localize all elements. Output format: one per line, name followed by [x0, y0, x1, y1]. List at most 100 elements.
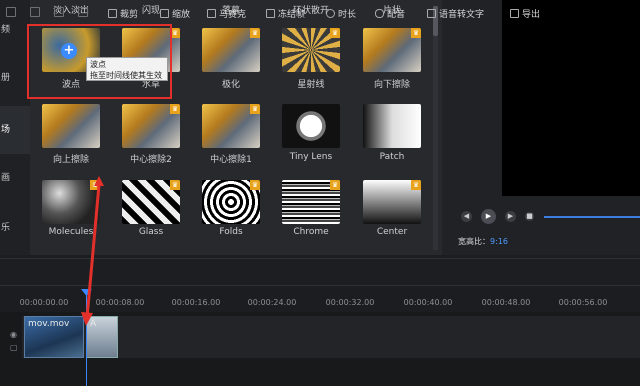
export-button[interactable]: 导出	[510, 7, 540, 20]
stop-icon[interactable]: ■	[525, 212, 534, 221]
transition-thumb[interactable]	[363, 104, 421, 148]
freeze-frame-icon	[266, 9, 275, 18]
transition-tooltip: 波点 拖至时间线使其生效	[86, 57, 168, 81]
lock-icon[interactable]: ▢	[10, 343, 18, 352]
transition-thumb[interactable]: ♛	[363, 180, 421, 224]
premium-crown-icon: ♛	[90, 180, 100, 190]
premium-crown-icon: ♛	[170, 180, 180, 190]
transition-thumb[interactable]: ♛	[202, 180, 260, 224]
aspect-ratio[interactable]: 宽高比：9:16	[458, 236, 508, 247]
freeze-frame-label: 冻结帧	[278, 10, 306, 20]
nav-item-transitions[interactable]: 场	[0, 106, 30, 154]
crop-button[interactable]: 裁剪	[108, 7, 138, 20]
nav-item-album[interactable]: 册	[0, 70, 30, 90]
premium-crown-icon: ♛	[250, 28, 260, 38]
transition-thumb[interactable]: ♛	[202, 28, 260, 72]
timeline-tick-label: 00:00:32.00	[325, 298, 375, 307]
play-icon[interactable]: ▶	[481, 209, 496, 224]
dub-button[interactable]: 配音	[375, 7, 405, 20]
mosaic-button[interactable]: 马赛克	[207, 7, 246, 20]
transition-thumb[interactable]: ♛	[122, 180, 180, 224]
undo-icon[interactable]	[6, 7, 16, 17]
transition-label: Folds	[219, 227, 243, 237]
premium-crown-icon: ♛	[411, 180, 421, 190]
export-label: 导出	[522, 10, 541, 20]
transition-label: 中心擦除1	[210, 155, 252, 165]
premium-crown-icon: ♛	[411, 28, 421, 38]
transition-thumb[interactable]: ♛	[42, 180, 100, 224]
speech-to-text-icon	[427, 9, 436, 18]
edit-icon[interactable]	[30, 7, 40, 17]
add-icon[interactable]: +	[61, 43, 77, 59]
premium-crown-icon: ♛	[170, 104, 180, 114]
transition-thumb[interactable]: ♛	[282, 180, 340, 224]
clip-label: A	[90, 319, 97, 329]
transition-thumb[interactable]: ♛	[363, 28, 421, 72]
crop-label: 裁剪	[120, 10, 139, 20]
speech-to-text-label: 语音转文字	[439, 10, 485, 20]
timeline-tick-label: 00:00:08.00	[95, 298, 145, 307]
preview-progress-bar[interactable]	[544, 216, 640, 218]
transition-label: 星射线	[297, 80, 325, 90]
timeline-tick-label: 00:00:56.00	[558, 298, 608, 307]
transition-label: Chrome	[293, 227, 329, 237]
mosaic-icon	[207, 9, 216, 18]
category-label-flash[interactable]: 闪现	[142, 3, 160, 16]
premium-crown-icon: ♛	[330, 28, 340, 38]
aspect-ratio-label: 宽高比：	[458, 237, 490, 246]
clock-icon	[326, 9, 335, 18]
transition-label: 极化	[221, 80, 241, 90]
delete-icon[interactable]	[78, 7, 88, 17]
eye-icon[interactable]: ◉	[10, 330, 17, 339]
dub-label: 配音	[387, 10, 406, 20]
timeline-tick-label: 00:00:16.00	[171, 298, 221, 307]
premium-crown-icon: ♛	[250, 104, 260, 114]
transition-thumb[interactable]: ♛	[122, 104, 180, 148]
timeline-tick-label: 00:00:48.00	[481, 298, 531, 307]
zoom-button[interactable]: 缩放	[160, 7, 190, 20]
premium-crown-icon: ♛	[330, 180, 340, 190]
prev-frame-icon[interactable]: ◀	[461, 211, 472, 222]
transition-label: 向上擦除	[52, 155, 90, 165]
nav-item-video[interactable]: 频	[0, 22, 30, 42]
preview-video[interactable]	[502, 0, 640, 196]
nav-item-picture[interactable]: 画	[0, 170, 30, 190]
edit-toolbar	[0, 258, 640, 286]
duration-button[interactable]: 时长	[326, 7, 356, 20]
transition-thumb[interactable]: ♛	[202, 104, 260, 148]
nav-item-music[interactable]: 乐	[0, 220, 30, 240]
transition-label: 中心擦除2	[130, 155, 172, 165]
zoom-label: 缩放	[172, 10, 191, 20]
premium-crown-icon: ♛	[250, 180, 260, 190]
transition-thumb[interactable]	[282, 104, 340, 148]
transition-thumb[interactable]	[42, 104, 100, 148]
playhead[interactable]	[86, 293, 87, 386]
duration-label: 时长	[338, 10, 357, 20]
transition-label: Patch	[379, 152, 405, 162]
transition-label: 向下擦除	[373, 80, 411, 90]
clip-label: mov.mov	[28, 319, 70, 329]
timeline-tick-label: 00:00:24.00	[247, 298, 297, 307]
tooltip-hint: 拖至时间线使其生效	[90, 71, 162, 80]
zoom-icon	[160, 9, 169, 18]
freeze-frame-button[interactable]: 冻结帧	[266, 7, 305, 20]
crop-icon	[108, 9, 117, 18]
microphone-icon	[375, 9, 384, 18]
timeline-tick-label: 00:00:40.00	[403, 298, 453, 307]
mosaic-label: 马赛克	[219, 10, 247, 20]
tooltip-title: 波点	[90, 60, 106, 69]
transition-label: Tiny Lens	[289, 152, 333, 162]
timeline-clip[interactable]: mov.mov	[24, 316, 84, 358]
next-frame-icon[interactable]: ▶	[505, 211, 516, 222]
panel-scrollbar-track[interactable]	[433, 6, 438, 250]
speech-to-text-button[interactable]: 语音转文字	[427, 7, 484, 20]
transition-label: Molecules	[48, 227, 94, 237]
export-icon	[510, 9, 519, 18]
timeline-clip[interactable]: A	[86, 316, 118, 358]
split-icon[interactable]	[54, 7, 64, 17]
transition-label: Center	[376, 227, 408, 237]
timeline-tick-label: 00:00:00.00	[19, 298, 69, 307]
transition-label: Glass	[138, 227, 164, 237]
aspect-ratio-value[interactable]: 9:16	[490, 237, 508, 246]
transition-thumb[interactable]: ♛	[282, 28, 340, 72]
